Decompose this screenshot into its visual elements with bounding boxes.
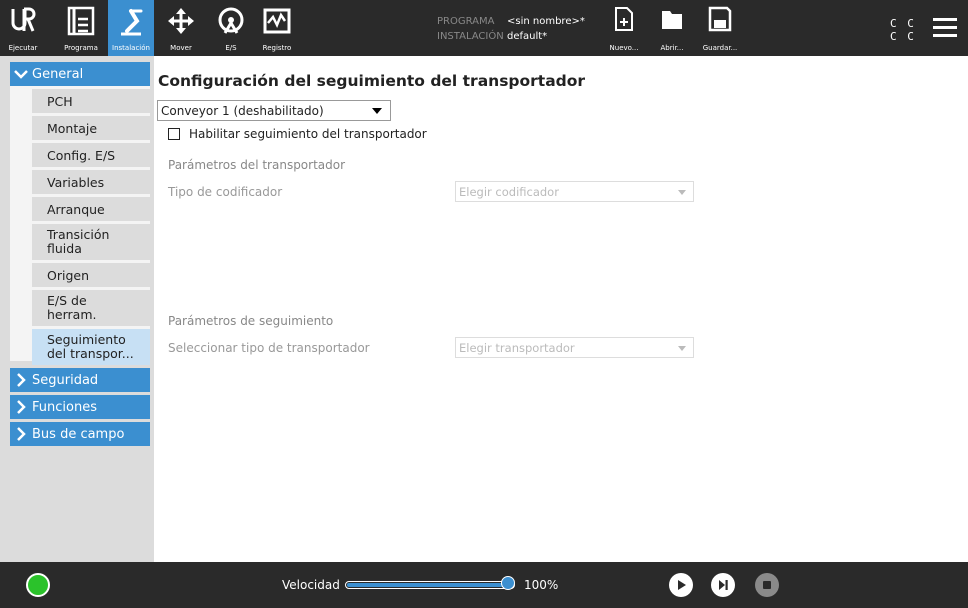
new-file-icon [615, 7, 633, 31]
tab-run-label: Ejecutar [8, 44, 38, 52]
conveyor-type-select-value: Elegir transportador [459, 340, 575, 355]
enable-tracking-row[interactable]: Habilitar seguimiento del transportador [168, 126, 427, 142]
tab-move-label: Mover [170, 44, 192, 52]
step-icon [719, 580, 728, 590]
ur-logo-icon [11, 7, 36, 32]
dropdown-arrow-icon [678, 190, 686, 195]
tracking-params-title: Parámetros de seguimiento [168, 314, 334, 328]
save-button[interactable]: Guardar... [700, 0, 740, 56]
sidebar-item-label: Variables [47, 174, 105, 190]
speed-value: 100% [524, 578, 559, 592]
tab-installation-label: Instalación [112, 44, 150, 52]
program-name: <sin nombre>* [507, 16, 585, 27]
tab-program[interactable]: Programa [58, 0, 104, 56]
conveyor-type-label: Seleccionar tipo de transportador [168, 341, 370, 355]
cc-line-1: C C [890, 17, 916, 30]
enable-tracking-checkbox[interactable] [168, 128, 180, 140]
program-info: PROGRAMA <sin nombre>* INSTALACIÓN default… [437, 14, 585, 44]
program-tree-icon [67, 6, 95, 36]
sidebar-item-es-herram[interactable]: E/S de herram. [32, 290, 150, 326]
sidebar-item-label: Montaje [47, 120, 98, 136]
sidebar-item-label: Seguimiento del transpor... [47, 332, 134, 361]
tab-log-label: Registro [262, 44, 292, 52]
sidebar-section-label: Funciones [32, 399, 97, 415]
sidebar-section-label: General [32, 66, 84, 82]
dropdown-arrow-icon [678, 346, 686, 351]
encoder-select[interactable]: Elegir codificador [455, 181, 694, 202]
installation-key: INSTALACIÓN [437, 31, 504, 42]
sidebar-item-montaje[interactable]: Montaje [32, 116, 150, 140]
sidebar-item-origen[interactable]: Origen [32, 263, 150, 287]
move-arrows-icon [168, 8, 194, 34]
conveyor-type-select[interactable]: Elegir transportador [455, 337, 694, 358]
conveyor-select-value: Conveyor 1 (deshabilitado) [161, 103, 324, 118]
program-key: PROGRAMA [437, 16, 495, 27]
tab-run[interactable]: Ejecutar [0, 0, 46, 56]
log-chart-icon [263, 8, 291, 34]
sidebar-section-label: Bus de campo [32, 426, 125, 442]
top-bar: Ejecutar Programa Instalación Mover E/S … [0, 0, 968, 56]
tab-installation[interactable]: Instalación [108, 0, 154, 56]
tab-io-label: E/S [225, 44, 237, 52]
stop-button[interactable] [755, 573, 779, 597]
save-icon [708, 6, 732, 32]
sidebar: General PCH Montaje Config. E/S Variable… [0, 56, 154, 562]
speed-slider-fill [347, 583, 513, 587]
sidebar-item-transicion[interactable]: Transición fluida [32, 224, 150, 260]
conveyor-params-title: Parámetros del transportador [168, 158, 346, 172]
tab-move[interactable]: Mover [158, 0, 204, 56]
sidebar-item-label: PCH [47, 93, 73, 109]
sidebar-section-bus-de-campo[interactable]: Bus de campo [10, 422, 150, 446]
chevron-right-icon [10, 400, 32, 414]
bottom-bar: Velocidad 100% [0, 562, 968, 608]
speed-slider[interactable] [345, 581, 515, 589]
sidebar-item-config-es[interactable]: Config. E/S [32, 143, 150, 167]
speed-label: Velocidad [282, 578, 340, 592]
stop-icon [763, 581, 771, 589]
step-button[interactable] [711, 573, 735, 597]
page-title: Configuración del seguimiento del transp… [158, 72, 586, 90]
sidebar-item-label: Arranque [47, 201, 105, 217]
speed-slider-handle[interactable] [501, 576, 515, 590]
sidebar-item-label: Transición fluida [47, 227, 110, 256]
robot-arm-icon [121, 9, 143, 36]
sidebar-item-label: E/S de herram. [47, 293, 97, 322]
sidebar-section-general[interactable]: General [10, 62, 150, 86]
encoder-select-value: Elegir codificador [459, 184, 559, 199]
sidebar-item-pch[interactable]: PCH [32, 89, 150, 113]
sidebar-item-label: Config. E/S [47, 147, 116, 163]
dropdown-arrow-icon [372, 108, 382, 114]
open-button[interactable]: Abrir... [652, 0, 692, 56]
open-folder-icon [662, 11, 682, 29]
sidebar-section-funciones[interactable]: Funciones [10, 395, 150, 419]
chevron-down-icon [10, 69, 32, 79]
chevron-right-icon [10, 373, 32, 387]
new-label: Nuevo... [609, 44, 639, 52]
hamburger-menu-icon[interactable] [928, 14, 962, 42]
cc-indicator[interactable]: C C C C [890, 17, 916, 43]
new-button[interactable]: Nuevo... [604, 0, 644, 56]
sidebar-section-seguridad[interactable]: Seguridad [10, 368, 150, 392]
cc-line-2: C C [890, 30, 916, 43]
save-label: Guardar... [702, 44, 738, 52]
open-label: Abrir... [660, 44, 684, 52]
encoder-type-label: Tipo de codificador [168, 185, 283, 199]
io-gauge-icon [218, 7, 244, 34]
sidebar-section-label: Seguridad [32, 372, 99, 388]
enable-tracking-label: Habilitar seguimiento del transportador [189, 127, 427, 141]
chevron-right-icon [10, 427, 32, 441]
tab-log[interactable]: Registro [254, 0, 300, 56]
play-button[interactable] [669, 573, 693, 597]
main-panel: Configuración del seguimiento del transp… [154, 56, 968, 562]
play-icon [678, 580, 686, 590]
tab-io[interactable]: E/S [208, 0, 254, 56]
installation-name: default* [507, 31, 548, 42]
sidebar-item-label: Origen [47, 267, 89, 283]
sidebar-item-seguimiento[interactable]: Seguimiento del transpor... [32, 329, 150, 365]
sidebar-item-arranque[interactable]: Arranque [32, 197, 150, 221]
conveyor-select[interactable]: Conveyor 1 (deshabilitado) [157, 100, 391, 121]
power-status-button[interactable] [26, 573, 50, 597]
sidebar-item-variables[interactable]: Variables [32, 170, 150, 194]
tab-program-label: Programa [64, 44, 98, 52]
